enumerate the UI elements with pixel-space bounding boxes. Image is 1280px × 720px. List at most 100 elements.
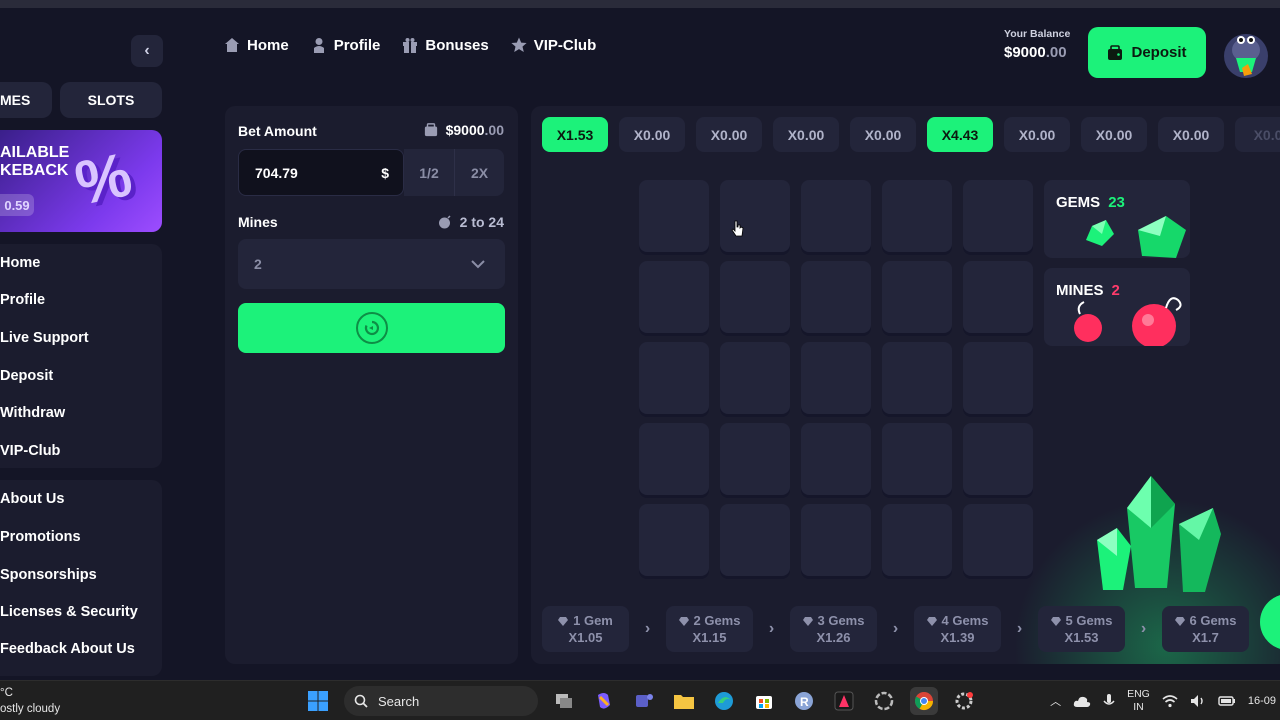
chevron-up-icon[interactable]: ︿ xyxy=(1050,693,1061,709)
mine-tile[interactable] xyxy=(963,261,1033,333)
payout-step: 3 Gems X1.26 xyxy=(790,606,877,652)
deposit-button[interactable]: Deposit xyxy=(1088,27,1206,78)
avatar[interactable] xyxy=(1222,28,1270,80)
multiplier-pill: X0.00 xyxy=(1004,117,1070,152)
payout-step-multiplier: X1.05 xyxy=(568,630,603,645)
gift-icon xyxy=(403,38,418,53)
mines-count-value: 2 xyxy=(254,256,262,272)
nav-home-label: Home xyxy=(247,36,289,54)
sidebar-item-home[interactable]: Home xyxy=(0,255,40,271)
weather-widget[interactable]: °C ostly cloudy xyxy=(0,685,60,717)
microphone-icon[interactable] xyxy=(1103,693,1115,709)
mine-tile[interactable] xyxy=(639,504,709,576)
taskbar-date[interactable]: 16-09 xyxy=(1248,695,1276,707)
cashback-amount: 0.59 xyxy=(0,194,34,216)
chevron-right-icon: › xyxy=(644,620,651,637)
chevron-left-icon: ‹ xyxy=(144,42,150,59)
sidebar-item-withdraw[interactable]: Withdraw xyxy=(0,405,65,421)
mine-tile[interactable] xyxy=(882,423,952,495)
mine-tile[interactable] xyxy=(801,504,871,576)
sidebar-item-promotions[interactable]: Promotions xyxy=(0,529,81,545)
taskbar-search[interactable]: Search xyxy=(344,686,538,716)
nav-bonuses[interactable]: Bonuses xyxy=(402,36,489,54)
sidebar-item-profile[interactable]: Profile xyxy=(0,292,45,308)
mine-tile[interactable] xyxy=(720,423,790,495)
chevron-right-icon: › xyxy=(1016,620,1023,637)
half-bet-button[interactable]: 1/2 xyxy=(404,149,454,196)
sidebar-item-sponsorships[interactable]: Sponsorships xyxy=(0,567,97,583)
sidebar-item-deposit[interactable]: Deposit xyxy=(0,368,53,384)
task-view-icon[interactable] xyxy=(550,687,578,715)
chatgpt-icon[interactable] xyxy=(870,687,898,715)
nav-profile[interactable]: Profile xyxy=(311,37,380,54)
mine-tile[interactable] xyxy=(963,342,1033,414)
language-indicator[interactable]: ENG IN xyxy=(1127,688,1150,714)
mine-tile[interactable] xyxy=(882,504,952,576)
mine-tile[interactable] xyxy=(801,423,871,495)
copilot-icon[interactable] xyxy=(590,687,618,715)
sidebar-item-vip-club[interactable]: VIP-Club xyxy=(0,443,60,459)
main-nav: Home Profile Bonuses VIP-Club xyxy=(224,34,596,56)
tab-games-label: MES xyxy=(0,92,31,108)
tab-slots[interactable]: SLOTS xyxy=(60,82,162,118)
sidebar-item-feedback[interactable]: Feedback About Us xyxy=(0,641,135,657)
gem-icon xyxy=(1174,616,1185,626)
adobe-icon[interactable] xyxy=(830,687,858,715)
mine-tile[interactable] xyxy=(963,423,1033,495)
mine-tile[interactable] xyxy=(639,423,709,495)
multiplier-pill: X4.43 xyxy=(927,117,993,152)
mine-tile[interactable] xyxy=(639,261,709,333)
mines-grid xyxy=(639,180,1033,576)
double-bet-button[interactable]: 2X xyxy=(454,149,504,196)
mine-tile[interactable] xyxy=(720,180,790,252)
bet-amount-value: 704.79 xyxy=(255,164,298,181)
battery-icon[interactable] xyxy=(1218,695,1236,707)
mine-tile[interactable] xyxy=(963,180,1033,252)
currency-symbol: $ xyxy=(381,164,389,181)
sidebar-item-live-support[interactable]: Live Support xyxy=(0,330,89,346)
settings-icon[interactable] xyxy=(950,687,978,715)
volume-icon[interactable] xyxy=(1190,694,1206,708)
lang-line1: ENG xyxy=(1127,688,1150,700)
store-icon[interactable] xyxy=(750,687,778,715)
nav-home[interactable]: Home xyxy=(224,37,289,54)
nav-vip-club[interactable]: VIP-Club xyxy=(511,37,596,54)
sidebar-item-licenses-security[interactable]: Licenses & Security xyxy=(0,604,138,620)
collapse-sidebar-button[interactable]: ‹ xyxy=(131,35,163,67)
windows-start-icon[interactable] xyxy=(304,687,332,715)
mine-tile[interactable] xyxy=(801,261,871,333)
cashback-banner[interactable]: AILABLE KEBACK 0.59 % xyxy=(0,130,162,232)
chevron-right-icon: › xyxy=(768,620,775,637)
gems-info-card: GEMS 23 xyxy=(1044,180,1190,258)
chrome-icon[interactable] xyxy=(910,687,938,715)
mine-tile[interactable] xyxy=(801,180,871,252)
sidebar-item-about-us[interactable]: About Us xyxy=(0,491,64,507)
mine-tile[interactable] xyxy=(720,504,790,576)
mines-count-select[interactable]: 2 xyxy=(238,239,505,289)
bet-panel: Bet Amount $9000.00 704.79 $ 1/2 2X Mine… xyxy=(225,106,518,664)
balance-value: $9000.00 xyxy=(1004,44,1076,61)
tab-games[interactable]: MES xyxy=(0,82,52,118)
play-button[interactable] xyxy=(238,303,505,353)
payout-step: 5 Gems X1.53 xyxy=(1038,606,1125,652)
sidebar: MES SLOTS AILABLE KEBACK 0.59 % Home Pro… xyxy=(0,80,165,680)
mine-tile[interactable] xyxy=(720,342,790,414)
mine-tile[interactable] xyxy=(882,180,952,252)
wifi-icon[interactable] xyxy=(1162,694,1178,708)
mine-tile[interactable] xyxy=(882,342,952,414)
mine-tile[interactable] xyxy=(720,261,790,333)
bet-balance-dec: .00 xyxy=(484,122,504,138)
teams-icon[interactable] xyxy=(630,687,658,715)
bet-amount-input[interactable]: 704.79 $ xyxy=(238,149,404,196)
r-app-icon[interactable]: R xyxy=(790,687,818,715)
payout-step-gems: 3 Gems xyxy=(817,613,865,628)
cloud-icon[interactable] xyxy=(1073,694,1091,708)
multiplier-pill: X0.00 xyxy=(696,117,762,152)
edge-icon[interactable] xyxy=(710,687,738,715)
mine-tile[interactable] xyxy=(639,342,709,414)
mine-tile[interactable] xyxy=(801,342,871,414)
file-explorer-icon[interactable] xyxy=(670,687,698,715)
mine-tile[interactable] xyxy=(882,261,952,333)
nav-bonuses-label: Bonuses xyxy=(425,36,489,54)
mine-tile[interactable] xyxy=(639,180,709,252)
